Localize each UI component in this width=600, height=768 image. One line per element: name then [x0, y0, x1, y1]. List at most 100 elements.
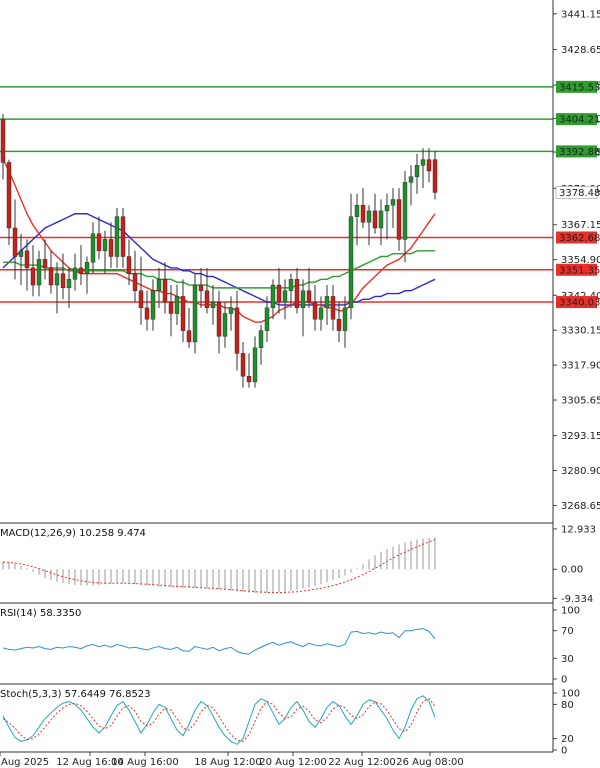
candle-body	[66, 279, 72, 289]
candle-body	[0, 119, 6, 163]
candle-body	[288, 279, 294, 291]
y-tick-label: 3317.90	[561, 361, 600, 372]
y-tick-label: 3441.15	[561, 9, 600, 20]
candle-body	[228, 307, 234, 314]
level-label: 3392.88	[559, 147, 600, 158]
candle-body	[84, 262, 90, 274]
candle-body	[72, 267, 78, 280]
y-tick-label: 3293.15	[561, 431, 600, 442]
candle-body	[372, 210, 378, 229]
rsi-tick-label: 30	[561, 654, 574, 665]
candle-body	[258, 330, 264, 348]
candle-body	[42, 259, 48, 269]
x-tick-label: 26 Aug 08:00	[396, 757, 463, 768]
candle-body	[90, 233, 96, 263]
rsi-panel[interactable]: RSI(14) 58.3350 100 70 30 0	[0, 606, 580, 686]
candle-body	[12, 227, 18, 257]
candle-body	[252, 347, 258, 383]
x-tick-label: 14 Aug 16:00	[111, 757, 178, 768]
candle-body	[354, 205, 360, 217]
candle-body	[96, 233, 102, 252]
candle-body	[342, 307, 348, 331]
level-label: 3415.53	[559, 82, 600, 93]
candle-body	[24, 250, 30, 269]
y-tick-label: 3305.65	[561, 396, 600, 407]
candle-body	[414, 165, 420, 177]
candle-body	[144, 307, 150, 320]
candle-body	[276, 284, 282, 303]
stoch-tick-label: 20	[561, 734, 574, 745]
stoch-tick-label: 0	[561, 746, 567, 757]
candle-body	[324, 296, 330, 309]
y-tick-label: 3367.15	[561, 220, 600, 231]
candle-body	[270, 284, 276, 309]
candle-body	[318, 307, 324, 320]
candle-body	[138, 290, 144, 309]
candle-body	[132, 273, 138, 291]
candle-body	[150, 290, 156, 320]
stochastic-panel[interactable]: Stoch(5,3,3) 57.6449 76.8523 10080 200	[0, 689, 580, 757]
macd-tick-label: -9.334	[561, 594, 593, 605]
macd-label: MACD(12,26,9) 10.258 9.474	[0, 528, 146, 539]
stoch-k-line	[2, 695, 436, 745]
x-tick-label: 20 Aug 12:00	[259, 757, 326, 768]
candle-body	[306, 290, 312, 303]
y-tick-label: 3330.15	[561, 326, 600, 337]
candle-body	[216, 301, 222, 337]
candle-body	[54, 273, 60, 286]
candle-body	[240, 353, 246, 377]
time-axis: Aug 2025 12 Aug 16:0014 Aug 16:00 18 Aug 1…	[0, 752, 464, 768]
candle-body	[156, 279, 162, 291]
last-price-label: 3378.48	[559, 188, 600, 199]
candle-body	[174, 296, 180, 314]
candle-body	[300, 290, 306, 309]
candle-body	[336, 319, 342, 331]
candle-body	[120, 216, 126, 257]
candle-body	[204, 290, 210, 309]
candle-body	[102, 239, 108, 252]
candle-body	[246, 376, 252, 383]
rsi-line	[2, 628, 436, 655]
macd-tick-label: 12.933	[561, 524, 596, 535]
candle-body	[294, 279, 300, 309]
level-label: 3340.03	[559, 298, 600, 309]
candle-body	[18, 250, 24, 257]
candle-body	[48, 267, 54, 286]
candle-body	[168, 301, 174, 314]
candle-body	[222, 313, 228, 337]
rsi-tick-label: 100	[561, 606, 580, 617]
candle-body	[378, 210, 384, 229]
rsi-label: RSI(14) 58.3350	[0, 608, 81, 619]
level-label: 3362.68	[559, 233, 600, 244]
rsi-tick-label: 70	[561, 626, 574, 637]
candle-body	[282, 290, 288, 303]
candle-body	[264, 307, 270, 331]
candle-body	[30, 267, 36, 286]
candle-body	[390, 199, 396, 206]
candle-body	[186, 330, 192, 343]
candle-body	[126, 256, 132, 274]
stoch-tick-label: 100	[561, 689, 580, 700]
trading-chart[interactable]: 3441.153428.653416.153404.403392.653379.…	[0, 0, 600, 768]
price-panel[interactable]: 3441.153428.653416.153404.403392.653379.…	[0, 9, 600, 512]
candle-body	[312, 301, 318, 320]
candle-body	[210, 301, 216, 309]
stoch-tick-label: 80	[561, 700, 574, 711]
candle-body	[162, 279, 168, 303]
candle-body	[6, 162, 12, 229]
y-tick-label: 3280.90	[561, 466, 600, 477]
y-tick-label: 3268.65	[561, 501, 600, 512]
candle-body	[396, 199, 402, 240]
candle-body	[234, 307, 240, 354]
panel-borders	[0, 0, 554, 753]
candle-body	[180, 296, 186, 331]
candle-body	[192, 284, 198, 343]
macd-tick-label: 0.00	[561, 565, 583, 576]
candle-body	[198, 284, 204, 291]
candle-body	[420, 159, 426, 166]
candle-body	[360, 205, 366, 223]
x-tick-label: 18 Aug 12:00	[194, 757, 261, 768]
candle-body	[60, 273, 66, 289]
macd-panel[interactable]: MACD(12,26,9) 10.258 9.474 12.933 0.00 -9.3…	[0, 524, 596, 604]
y-tick-label: 3428.65	[561, 45, 600, 56]
